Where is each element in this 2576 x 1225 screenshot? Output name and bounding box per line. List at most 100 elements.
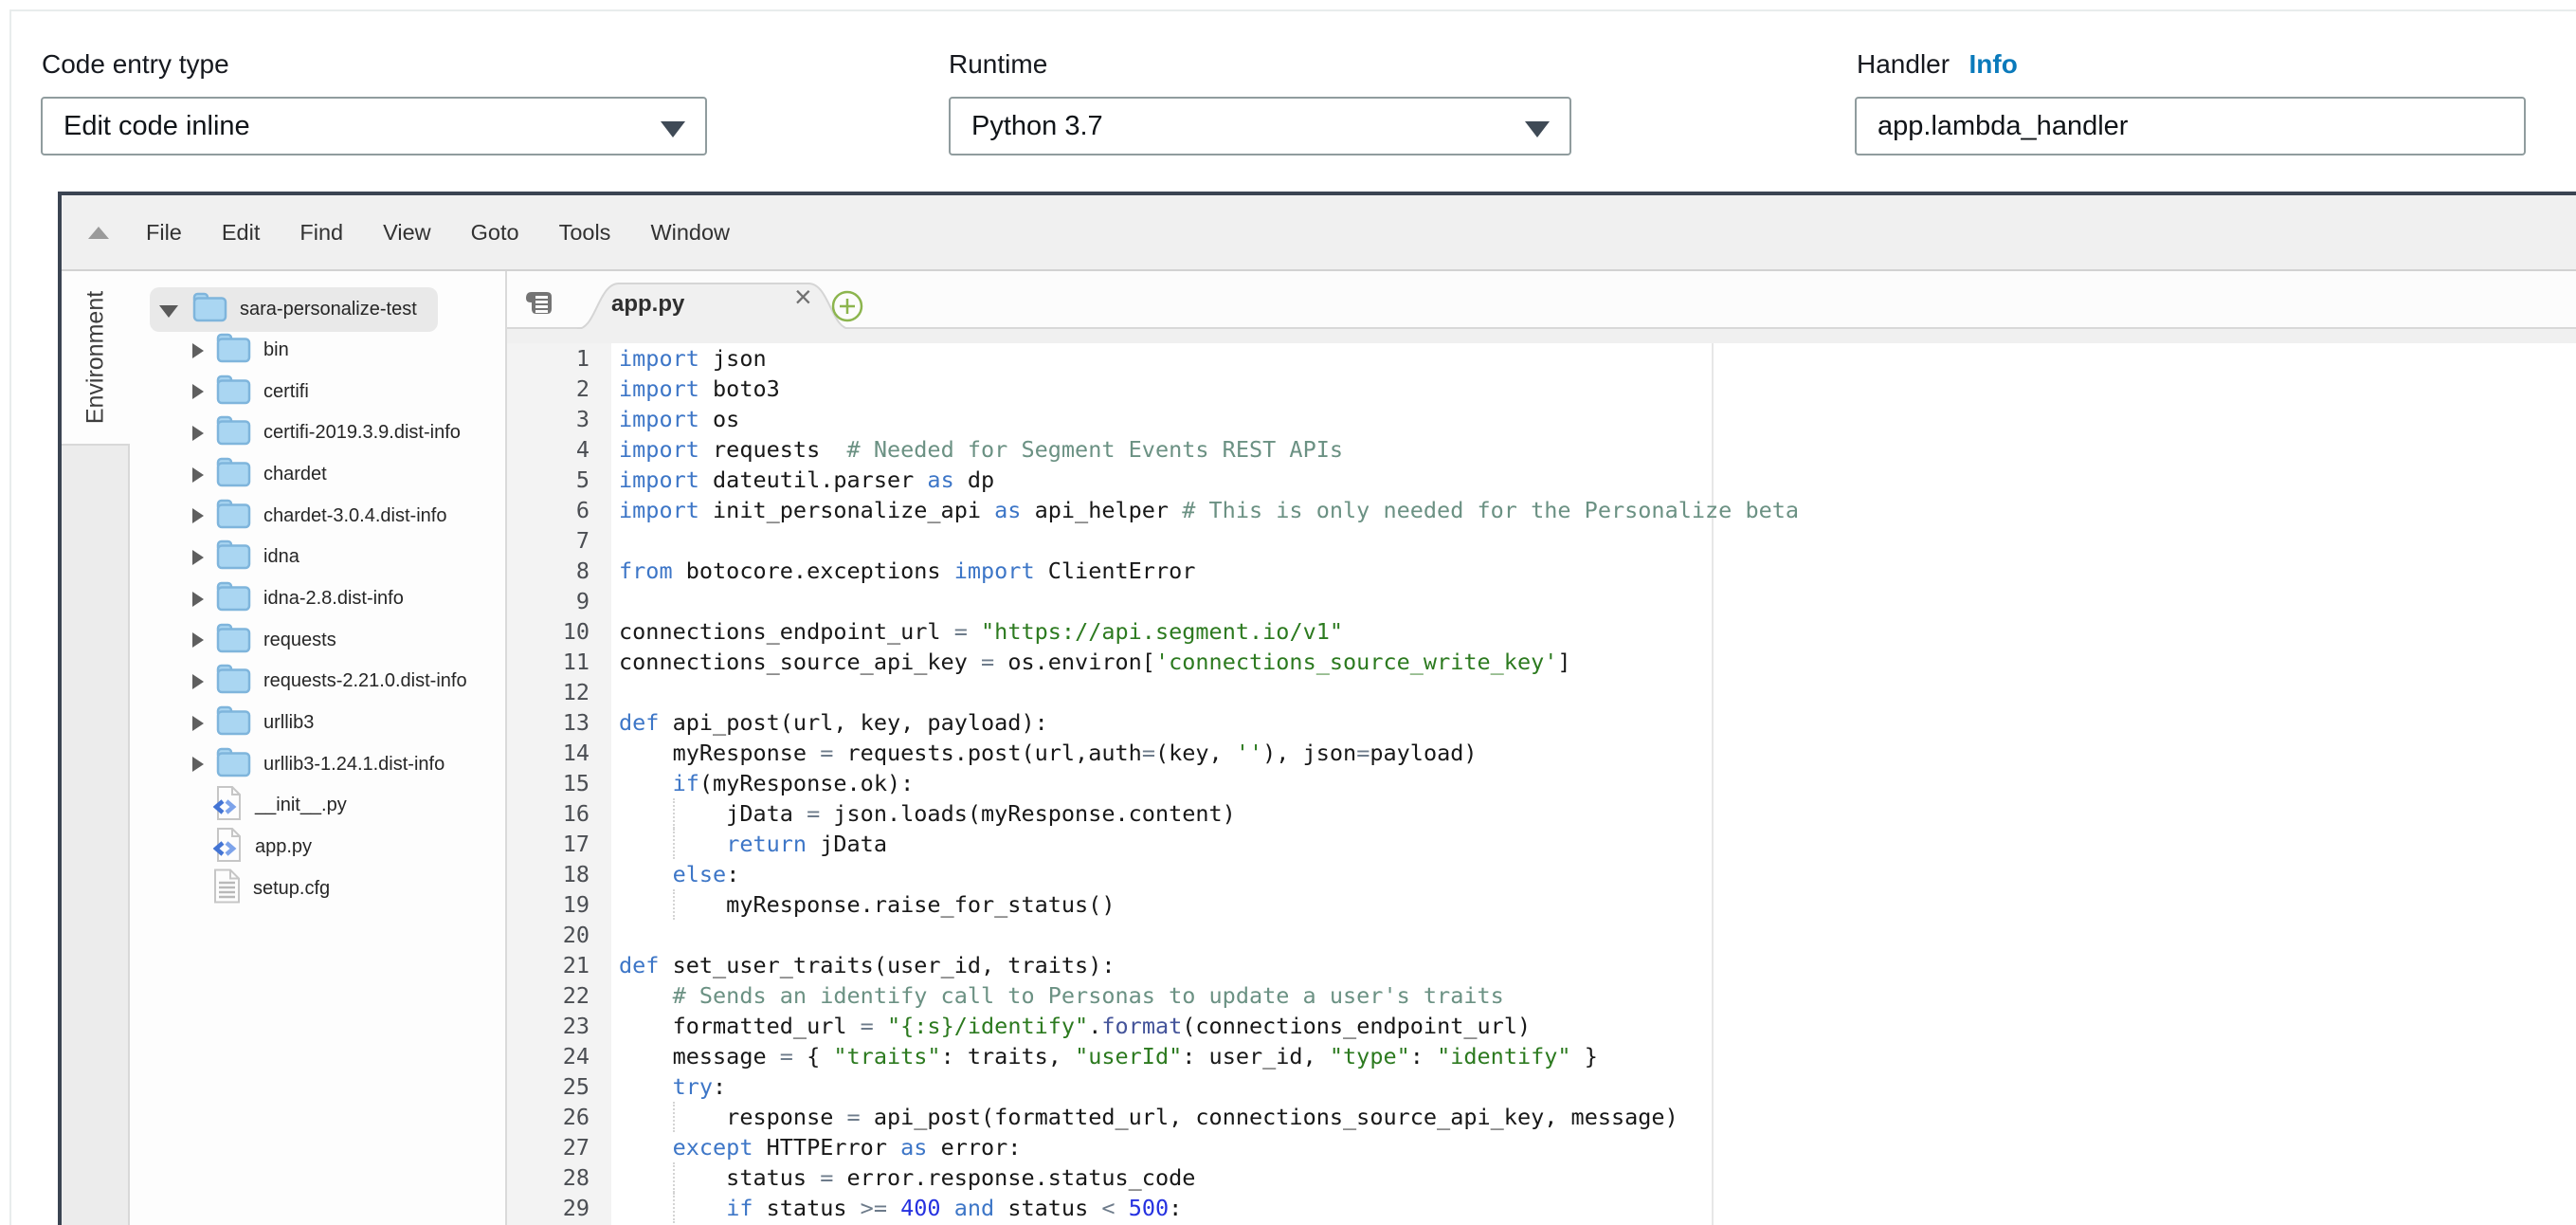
gutter-line-number: 15 — [507, 768, 611, 798]
code-line-26: response = api_post(formatted_url, conne… — [619, 1102, 2576, 1132]
tree-item-label: requests — [263, 630, 336, 651]
gutter-line-number: 7 — [507, 525, 611, 556]
code-token: "identify" — [1437, 1043, 1570, 1070]
code-token: json.loads(myResponse.content) — [820, 800, 1236, 827]
code-gutter: 1234567891011121314151617181920212223242… — [507, 343, 611, 1225]
gutter-line-number: 8 — [507, 556, 611, 586]
menu-item-window[interactable]: Window — [650, 220, 730, 246]
handler-label: Handler — [1857, 49, 1950, 79]
code-token: "traits" — [833, 1043, 940, 1070]
caret-right-icon[interactable] — [192, 716, 204, 731]
code-token — [887, 1195, 900, 1221]
tree-item-urllib3[interactable]: urllib3 — [130, 703, 505, 744]
code-line-25: try: — [619, 1071, 2576, 1102]
collapse-menubar-icon[interactable] — [88, 227, 109, 239]
gutter-line-number: 24 — [507, 1041, 611, 1071]
handler-info-link[interactable]: Info — [1969, 49, 2018, 79]
tree-item-label: setup.cfg — [253, 878, 330, 900]
code-line-23: formatted_url = "{:s}/identify".format(c… — [619, 1011, 2576, 1041]
tree-item-__init__.py[interactable]: __init__.py — [130, 785, 505, 827]
code-token — [619, 982, 673, 1009]
handler-input-value: app.lambda_handler — [1878, 111, 2128, 141]
caret-right-icon[interactable] — [192, 592, 204, 607]
code-token: "https://api.segment.io/v1" — [981, 618, 1343, 645]
tree-item-requests[interactable]: requests — [130, 619, 505, 661]
code-token: = — [861, 1013, 874, 1039]
caret-right-icon[interactable] — [192, 632, 204, 648]
code-line-21: def set_user_traits(user_id, traits): — [619, 950, 2576, 980]
menu-item-tools[interactable]: Tools — [559, 220, 611, 246]
code-entry-type-select[interactable]: Edit code inline — [41, 97, 707, 155]
tree-item-idna[interactable]: idna — [130, 537, 505, 578]
caret-right-icon[interactable] — [192, 508, 204, 523]
code-top-strip — [507, 329, 2576, 343]
menu-item-view[interactable]: View — [383, 220, 431, 246]
tree-item-chardet[interactable]: chardet — [130, 454, 505, 496]
gutter-line-number: 29 — [507, 1193, 611, 1223]
gutter-line-number: 13 — [507, 707, 611, 738]
code-editor-area[interactable]: 1234567891011121314151617181920212223242… — [507, 343, 2576, 1225]
tab-app-py-label[interactable]: app.py — [611, 291, 684, 318]
handler-input[interactable]: app.lambda_handler — [1855, 97, 2526, 155]
code-line-3: import os — [619, 404, 2576, 434]
tree-item-setup.cfg[interactable]: setup.cfg — [130, 868, 505, 909]
tab-list-icon[interactable] — [525, 291, 553, 320]
runtime-select[interactable]: Python 3.7 — [949, 97, 1571, 155]
code-token: : traits, — [941, 1043, 1075, 1070]
code-line-7 — [619, 525, 2576, 556]
code-token: } — [1571, 1043, 1598, 1070]
tree-item-chardet-3.0.4.dist-info[interactable]: chardet-3.0.4.dist-info — [130, 495, 505, 537]
code-token — [968, 618, 981, 645]
environment-panel-tab-label: Environment — [82, 291, 110, 424]
plus-circle-icon[interactable] — [831, 290, 863, 327]
tree-item-bin[interactable]: bin — [130, 330, 505, 372]
tree-item-app.py[interactable]: app.py — [130, 826, 505, 868]
runtime-value: Python 3.7 — [971, 111, 1103, 141]
folder-icon — [216, 623, 251, 658]
caret-right-icon[interactable] — [192, 426, 204, 441]
code-token: = — [1142, 740, 1155, 766]
caret-down-icon[interactable] — [159, 305, 178, 318]
tree-item-idna-2.8.dist-info[interactable]: idna-2.8.dist-info — [130, 578, 505, 620]
caret-right-icon[interactable] — [192, 674, 204, 689]
tree-item-urllib3-1.24.1.dist-info[interactable]: urllib3-1.24.1.dist-info — [130, 743, 505, 785]
code-line-15: if(myResponse.ok): — [619, 768, 2576, 798]
code-token: # Sends an identify call to Personas to … — [673, 982, 1504, 1009]
code-line-13: def api_post(url, key, payload): — [619, 707, 2576, 738]
caret-right-icon[interactable] — [192, 467, 204, 483]
tree-item-requests-2.21.0.dist-info[interactable]: requests-2.21.0.dist-info — [130, 661, 505, 703]
folder-icon — [216, 664, 251, 699]
code-token: error: — [927, 1134, 1021, 1161]
code-token: "userId" — [1075, 1043, 1182, 1070]
code-token: = — [820, 1164, 833, 1191]
gutter-line-number: 16 — [507, 798, 611, 829]
code-token: botocore.exceptions — [673, 558, 954, 584]
caret-right-icon[interactable] — [192, 550, 204, 565]
code-token: jData — [807, 831, 887, 857]
code-line-6: import init_personalize_api as api_helpe… — [619, 495, 2576, 525]
tree-item-certifi-2019.3.9.dist-info[interactable]: certifi-2019.3.9.dist-info — [130, 412, 505, 454]
tree-row-content: idna — [181, 535, 320, 579]
code-token: import — [619, 375, 699, 402]
caret-right-icon[interactable] — [192, 343, 204, 358]
menu-item-goto[interactable]: Goto — [471, 220, 519, 246]
menu-item-edit[interactable]: Edit — [222, 220, 261, 246]
caret-right-icon[interactable] — [192, 384, 204, 399]
menu-item-find[interactable]: Find — [299, 220, 343, 246]
code-line-19: myResponse.raise_for_status() — [619, 889, 2576, 920]
code-token: set_user_traits(user_id, traits): — [659, 952, 1115, 978]
chevron-down-icon — [1525, 121, 1550, 137]
tree-item-label: urllib3 — [263, 712, 314, 734]
tree-item-certifi[interactable]: certifi — [130, 371, 505, 412]
folder-icon — [216, 581, 251, 616]
code-token: as — [927, 466, 953, 493]
close-icon[interactable]: × — [794, 280, 812, 315]
menu-item-file[interactable]: File — [146, 220, 182, 246]
code-token: ClientError — [1035, 558, 1196, 584]
code-token: and — [954, 1195, 994, 1221]
environment-panel-tab[interactable]: Environment — [62, 271, 130, 446]
tree-item-sara-personalize-test[interactable]: sara-personalize-test — [130, 288, 505, 330]
caret-right-icon[interactable] — [192, 757, 204, 772]
gutter-line-number: 12 — [507, 677, 611, 707]
code-token: : — [713, 1073, 726, 1100]
